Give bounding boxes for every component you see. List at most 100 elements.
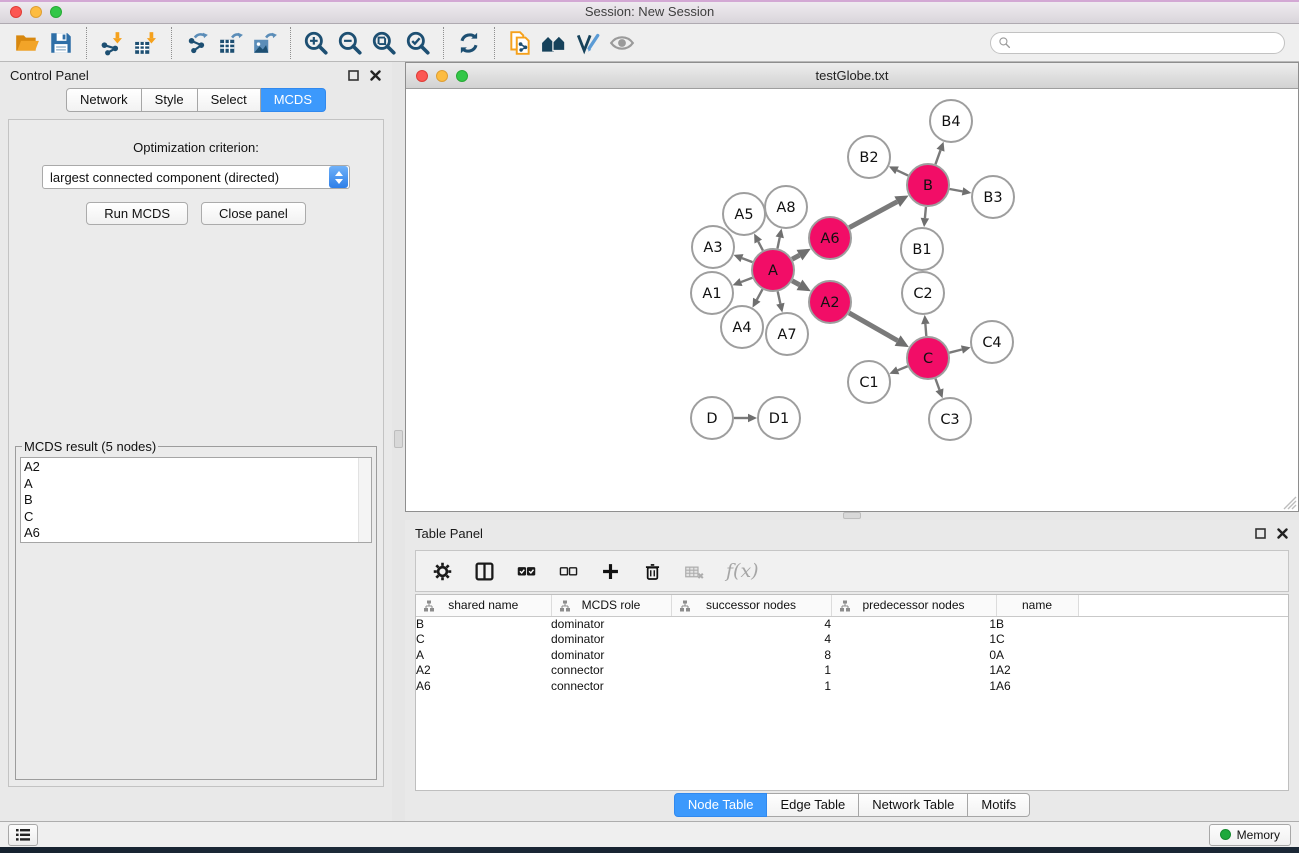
search-input[interactable]: [1015, 34, 1284, 52]
table-tab-node-table[interactable]: Node Table: [674, 793, 768, 817]
table-tab-motifs[interactable]: Motifs: [968, 793, 1030, 817]
copy-style-button[interactable]: [503, 27, 537, 59]
column-header-shared-name[interactable]: shared name: [416, 595, 551, 616]
table-cell[interactable]: A: [416, 647, 551, 663]
table-cell[interactable]: dominator: [551, 647, 671, 663]
run-mcds-button[interactable]: Run MCDS: [86, 202, 188, 225]
show-hide-button[interactable]: [605, 27, 639, 59]
close-mcds-panel-button[interactable]: Close panel: [201, 202, 306, 225]
result-item[interactable]: A2: [24, 459, 371, 476]
table-cell[interactable]: 1: [831, 632, 996, 648]
mcds-result-list[interactable]: A2ABCA6: [20, 457, 372, 543]
resize-grip-icon[interactable]: [1283, 496, 1297, 510]
column-header-MCDS-role[interactable]: MCDS role: [551, 595, 671, 616]
edge-A-A3[interactable]: [742, 258, 753, 262]
divider-grip[interactable]: [394, 430, 403, 448]
table-cell[interactable]: C: [416, 632, 551, 648]
result-item[interactable]: A6: [24, 525, 371, 542]
table-cell[interactable]: connector: [551, 663, 671, 679]
table-cell[interactable]: 4: [671, 616, 831, 632]
result-item[interactable]: A: [24, 476, 371, 493]
memory-button[interactable]: Memory: [1209, 824, 1291, 846]
edge-A-A2[interactable]: [792, 281, 799, 285]
tab-select[interactable]: Select: [198, 88, 261, 112]
zoom-out-button[interactable]: [333, 27, 367, 59]
column-header-successor-nodes[interactable]: successor nodes: [671, 595, 831, 616]
table-cell[interactable]: A6: [996, 678, 1078, 694]
delete-column-button[interactable]: [642, 561, 663, 582]
table-cell[interactable]: 4: [671, 632, 831, 648]
network-window-titlebar[interactable]: testGlobe.txt: [406, 63, 1298, 89]
table-cell[interactable]: 1: [831, 678, 996, 694]
edge-B-B2[interactable]: [897, 170, 908, 175]
table-row[interactable]: A2connector11A2: [416, 663, 1288, 679]
column-header-name[interactable]: name: [996, 595, 1078, 616]
show-column-button[interactable]: [474, 561, 495, 582]
search-field[interactable]: [990, 32, 1285, 54]
table-cell[interactable]: dominator: [551, 632, 671, 648]
import-table-file-button[interactable]: [129, 27, 163, 59]
edge-A-A6[interactable]: [792, 255, 799, 259]
delete-table-button[interactable]: [684, 561, 705, 582]
table-cell[interactable]: 1: [831, 663, 996, 679]
zoom-in-button[interactable]: [299, 27, 333, 59]
table-cell[interactable]: 1: [831, 616, 996, 632]
table-cell[interactable]: C: [996, 632, 1078, 648]
edge-C-C4[interactable]: [949, 350, 962, 353]
table-tab-network-table[interactable]: Network Table: [859, 793, 968, 817]
tab-style[interactable]: Style: [142, 88, 198, 112]
column-header-predecessor-nodes[interactable]: predecessor nodes: [831, 595, 996, 616]
function-builder-button[interactable]: f(x): [726, 560, 759, 582]
export-image-button[interactable]: [248, 27, 282, 59]
table-row[interactable]: Bdominator41B: [416, 616, 1288, 632]
edge-B-B4[interactable]: [935, 150, 940, 164]
close-panel-button[interactable]: [368, 68, 382, 82]
save-session-button[interactable]: [44, 27, 78, 59]
vertical-split-divider[interactable]: [392, 62, 405, 821]
table-row[interactable]: A6connector11A6: [416, 678, 1288, 694]
result-item[interactable]: B: [24, 492, 371, 509]
table-cell[interactable]: B: [996, 616, 1078, 632]
horizontal-split-divider[interactable]: [405, 512, 1299, 520]
edge-A-A4[interactable]: [757, 289, 763, 299]
refresh-button[interactable]: [452, 27, 486, 59]
add-column-button[interactable]: [600, 561, 621, 582]
float-table-panel-button[interactable]: [1253, 526, 1267, 540]
table-row[interactable]: Cdominator41C: [416, 632, 1288, 648]
zoom-selected-button[interactable]: [401, 27, 435, 59]
close-table-panel-button[interactable]: [1275, 526, 1289, 540]
table-cell[interactable]: 8: [671, 647, 831, 663]
export-network-button[interactable]: [180, 27, 214, 59]
table-cell[interactable]: A2: [416, 663, 551, 679]
edge-C-C1[interactable]: [898, 366, 908, 370]
edge-A-A7[interactable]: [778, 291, 781, 303]
edge-A2-C[interactable]: [849, 313, 898, 341]
result-scrollbar[interactable]: [358, 458, 371, 542]
tab-network[interactable]: Network: [66, 88, 142, 112]
table-cell[interactable]: A2: [996, 663, 1078, 679]
network-graph[interactable]: B4B2BB3A8A5A6A3B1AA1C2A2A4A7C4CC1C3DD1: [406, 89, 1298, 511]
float-panel-button[interactable]: [346, 68, 360, 82]
apply-layout-button[interactable]: [537, 27, 571, 59]
unselect-all-button[interactable]: [558, 561, 579, 582]
table-settings-button[interactable]: [432, 561, 453, 582]
zoom-fit-button[interactable]: [367, 27, 401, 59]
table-row[interactable]: Adominator80A: [416, 647, 1288, 663]
open-session-button[interactable]: [10, 27, 44, 59]
table-cell[interactable]: B: [416, 616, 551, 632]
edge-B-B1[interactable]: [925, 207, 926, 218]
result-item[interactable]: C: [24, 509, 371, 526]
edge-A-A5[interactable]: [758, 242, 763, 251]
export-table-button[interactable]: [214, 27, 248, 59]
task-history-button[interactable]: [8, 824, 38, 846]
edge-C-C3[interactable]: [935, 379, 939, 390]
table-cell[interactable]: 1: [671, 663, 831, 679]
edge-B-B3[interactable]: [950, 189, 963, 191]
table-cell[interactable]: A: [996, 647, 1078, 663]
divider-grip[interactable]: [843, 512, 861, 519]
table-cell[interactable]: 1: [671, 678, 831, 694]
table-cell[interactable]: dominator: [551, 616, 671, 632]
table-cell[interactable]: A6: [416, 678, 551, 694]
select-all-button[interactable]: [516, 561, 537, 582]
table-cell[interactable]: 0: [831, 647, 996, 663]
